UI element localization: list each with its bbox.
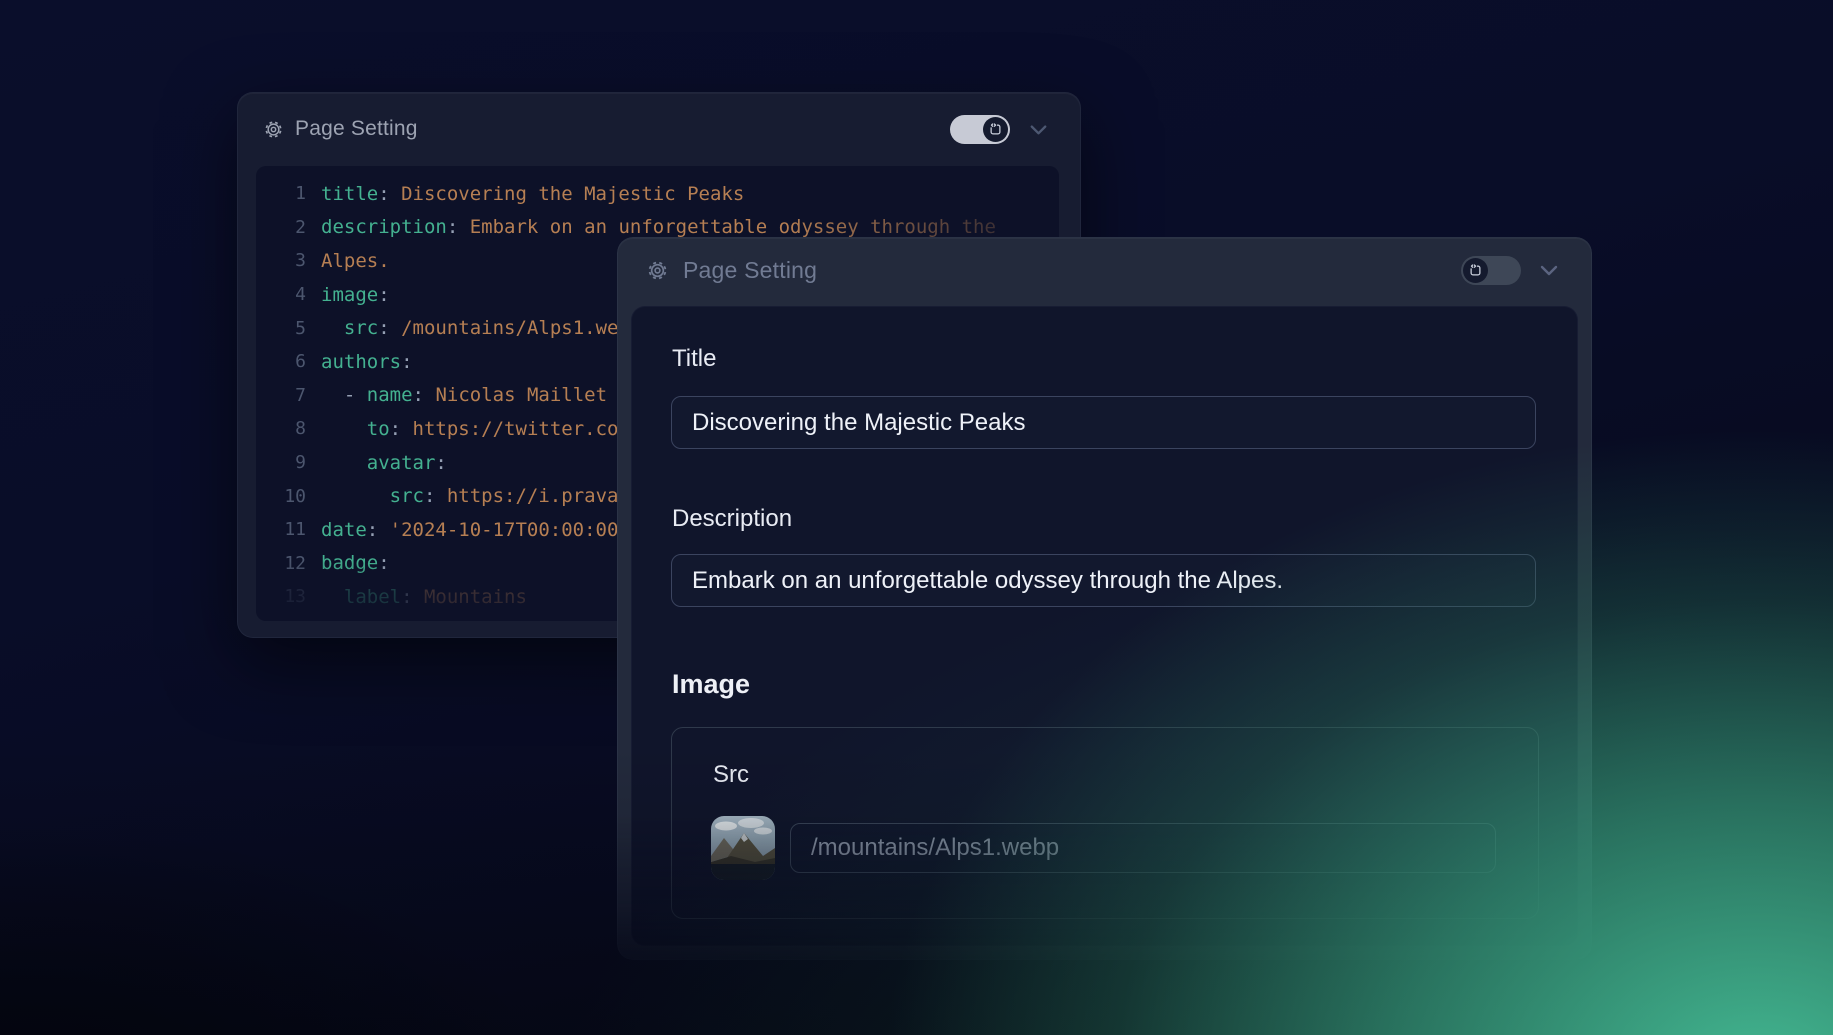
image-thumbnail[interactable]: [711, 816, 775, 880]
line-number: 1: [256, 183, 306, 204]
line-number: 2: [256, 217, 306, 238]
gear-icon: [646, 259, 669, 282]
src-input[interactable]: [790, 823, 1496, 873]
panel-header: Page Setting: [238, 93, 1080, 165]
line-number: 8: [256, 418, 306, 439]
code-text: authors:: [321, 351, 413, 373]
code-text: label: Mountains: [321, 586, 527, 608]
line-number: 11: [256, 519, 306, 540]
description-input[interactable]: [671, 554, 1536, 607]
panel-title: Page Setting: [295, 117, 418, 141]
line-number: 9: [256, 452, 306, 473]
chevron-down-icon[interactable]: [1027, 118, 1050, 141]
line-number: 6: [256, 351, 306, 372]
toggle-knob: [983, 117, 1008, 142]
code-line: 1 title: Discovering the Majestic Peaks: [256, 177, 1059, 211]
line-number: 12: [256, 553, 306, 574]
code-text: avatar:: [321, 452, 447, 474]
image-src-fieldset: Src: [671, 727, 1539, 919]
code-text: to: https://twitter.com/: [321, 418, 641, 440]
code-view-toggle[interactable]: [950, 115, 1010, 144]
page-setting-form: Title Description Image Src: [631, 306, 1578, 946]
panel-title: Page Setting: [683, 257, 817, 284]
page-setting-panel-form-view: Page Setting Title Description: [617, 237, 1592, 960]
line-number: 13: [256, 586, 306, 607]
toggle-knob: [1463, 258, 1488, 283]
code-text: image:: [321, 284, 390, 306]
panel-header: Page Setting: [618, 238, 1591, 302]
title-input[interactable]: [671, 396, 1536, 449]
line-number: 4: [256, 284, 306, 305]
line-number: 7: [256, 385, 306, 406]
code-text: date: '2024-10-17T00:00:00: [321, 519, 618, 541]
code-text: title: Discovering the Majestic Peaks: [321, 183, 744, 205]
src-label: Src: [713, 761, 749, 789]
chevron-down-icon[interactable]: [1537, 258, 1561, 282]
image-section-title: Image: [672, 669, 750, 700]
code-text: - name: Nicolas Maillet: [321, 384, 607, 406]
line-number: 3: [256, 250, 306, 271]
code-text: description: Embark on an unforgettable …: [321, 216, 996, 238]
code-square-icon: [988, 122, 1003, 137]
code-view-toggle[interactable]: [1461, 256, 1521, 285]
line-number: 5: [256, 318, 306, 339]
gear-icon: [263, 119, 284, 140]
code-text: src: /mountains/Alps1.webp: [321, 317, 641, 339]
line-number: 10: [256, 486, 306, 507]
code-text: badge:: [321, 552, 390, 574]
mountain-photo: [711, 816, 775, 880]
code-text: Alpes.: [321, 250, 390, 272]
description-label: Description: [672, 505, 792, 533]
title-label: Title: [672, 345, 716, 373]
code-square-icon: [1468, 263, 1483, 278]
